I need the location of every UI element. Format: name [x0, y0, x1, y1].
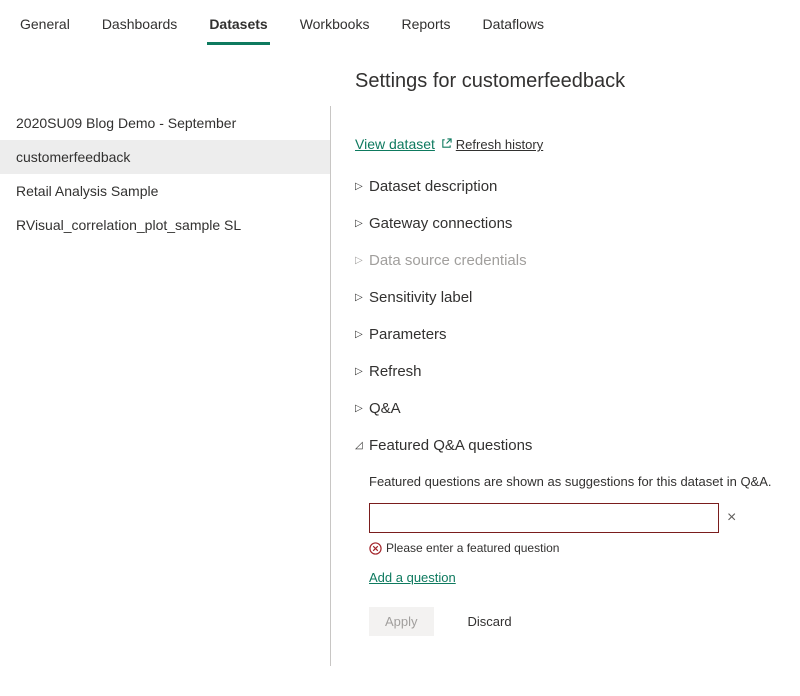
view-dataset-label: View dataset [355, 136, 435, 152]
chevron-right-icon: ▷ [355, 256, 365, 266]
section-label: Dataset description [369, 178, 497, 195]
chevron-down-icon: ◿ [355, 441, 365, 451]
apply-button: Apply [369, 607, 434, 636]
section-dataset-description[interactable]: ▷ Dataset description [355, 168, 780, 205]
section-data-source-credentials: ▷ Data source credentials [355, 242, 780, 279]
view-dataset-link[interactable]: View dataset [355, 136, 452, 152]
error-message: Please enter a featured question [369, 541, 780, 555]
question-input-row: × [369, 503, 780, 533]
section-label: Q&A [369, 400, 401, 417]
sidebar-item-retail[interactable]: Retail Analysis Sample [0, 174, 330, 208]
featured-qna-help: Featured questions are shown as suggesti… [369, 474, 780, 489]
sidebar-item-customerfeedback[interactable]: customerfeedback [0, 140, 330, 174]
section-label: Data source credentials [369, 252, 527, 269]
error-icon [369, 542, 382, 555]
tab-reports[interactable]: Reports [399, 12, 452, 45]
featured-question-input[interactable] [369, 503, 719, 533]
refresh-history-link[interactable]: Refresh history [456, 137, 543, 152]
chevron-right-icon: ▷ [355, 219, 365, 229]
chevron-right-icon: ▷ [355, 404, 365, 414]
section-label: Sensitivity label [369, 289, 472, 306]
featured-qna-body: Featured questions are shown as suggesti… [355, 464, 780, 646]
tab-general[interactable]: General [18, 12, 72, 45]
tabs-bar: General Dashboards Datasets Workbooks Re… [0, 0, 800, 46]
tab-datasets[interactable]: Datasets [207, 12, 269, 45]
section-label: Parameters [369, 326, 447, 343]
chevron-right-icon: ▷ [355, 367, 365, 377]
section-parameters[interactable]: ▷ Parameters [355, 316, 780, 353]
close-icon[interactable]: × [727, 510, 736, 526]
content: 2020SU09 Blog Demo - September customerf… [0, 46, 800, 696]
section-label: Refresh [369, 363, 422, 380]
sidebar: 2020SU09 Blog Demo - September customerf… [0, 46, 330, 696]
error-text: Please enter a featured question [386, 541, 559, 555]
button-row: Apply Discard [369, 607, 780, 636]
section-gateway-connections[interactable]: ▷ Gateway connections [355, 205, 780, 242]
discard-button[interactable]: Discard [452, 607, 528, 636]
page-title: Settings for customerfeedback [355, 70, 780, 93]
sidebar-item-rvisual[interactable]: RVisual_correlation_plot_sample SL [0, 208, 330, 242]
chevron-right-icon: ▷ [355, 293, 365, 303]
add-question-link[interactable]: Add a question [369, 570, 456, 585]
chevron-right-icon: ▷ [355, 182, 365, 192]
section-sensitivity-label[interactable]: ▷ Sensitivity label [355, 279, 780, 316]
tab-dashboards[interactable]: Dashboards [100, 12, 180, 45]
popout-icon [441, 136, 452, 152]
main-panel: Settings for customerfeedback View datas… [331, 46, 800, 696]
section-qna[interactable]: ▷ Q&A [355, 390, 780, 427]
section-label: Featured Q&A questions [369, 437, 532, 454]
chevron-right-icon: ▷ [355, 330, 365, 340]
sidebar-item-demo[interactable]: 2020SU09 Blog Demo - September [0, 106, 330, 140]
tab-workbooks[interactable]: Workbooks [298, 12, 372, 45]
section-featured-qna[interactable]: ◿ Featured Q&A questions [355, 427, 780, 464]
section-refresh[interactable]: ▷ Refresh [355, 353, 780, 390]
tab-dataflows[interactable]: Dataflows [481, 12, 546, 45]
section-label: Gateway connections [369, 215, 512, 232]
